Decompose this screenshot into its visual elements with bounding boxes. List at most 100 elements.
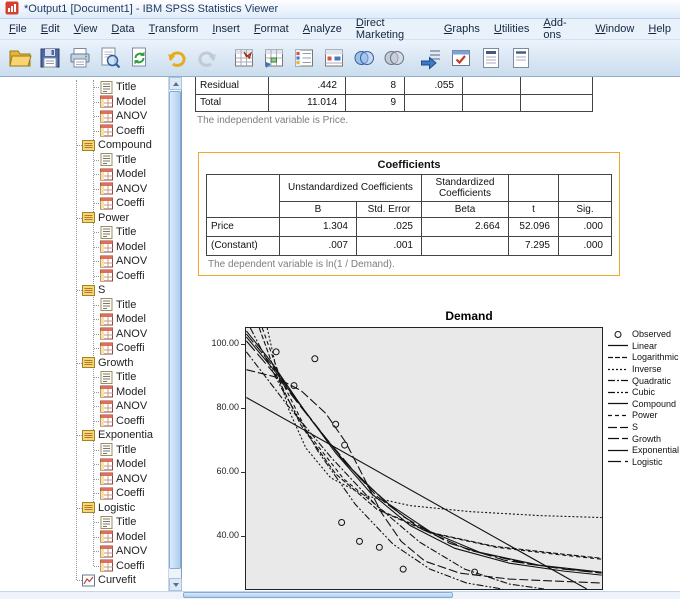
outline-item-power[interactable]: Power (0, 211, 168, 226)
horizontal-scrollbar[interactable] (0, 591, 680, 599)
insert-title-button[interactable] (506, 43, 536, 73)
horizontal-scrollbar-thumb[interactable] (183, 592, 453, 598)
select-last-output-button[interactable] (416, 43, 446, 73)
menu-analyze[interactable]: Analyze (296, 20, 349, 38)
series-s (246, 368, 602, 584)
table-header-row: Unstandardized Coefficients Standardized… (206, 173, 612, 218)
variables-button[interactable] (289, 43, 319, 73)
menu-data[interactable]: Data (104, 20, 141, 38)
outline-scrollbar[interactable] (168, 77, 182, 591)
menu-graphs[interactable]: Graphs (437, 20, 487, 38)
dialog-recall-button[interactable] (125, 43, 155, 73)
outline-item-anov[interactable]: ANOV (0, 109, 168, 124)
value-labels-button[interactable] (319, 43, 349, 73)
outline-item-anov[interactable]: ANOV (0, 254, 168, 269)
outline-item-logistic[interactable]: Logistic (0, 501, 168, 516)
open-button[interactable] (5, 43, 35, 73)
outline-table-icon (100, 240, 113, 253)
outline-item-curvefit[interactable]: Curvefit (0, 573, 168, 588)
show-all-variables-button[interactable] (379, 43, 409, 73)
menu-format[interactable]: Format (247, 20, 296, 38)
outline-item-title[interactable]: Title (0, 298, 168, 313)
outline-item-title[interactable]: Title (0, 153, 168, 168)
menu-utilities[interactable]: Utilities (487, 20, 536, 38)
undo-button[interactable] (162, 43, 192, 73)
use-variable-sets-button[interactable] (349, 43, 379, 73)
outline-item-exponentia[interactable]: Exponentia (0, 428, 168, 443)
anova-table-fragment[interactable]: Residual .442 8 .055 Total 11.014 9 (195, 77, 593, 112)
outline-item-label: S (98, 284, 106, 297)
redo-icon (198, 51, 216, 67)
menu-view[interactable]: View (67, 20, 105, 38)
outline-item-model[interactable]: Model (0, 312, 168, 327)
outline-item-coeffi[interactable]: Coeffi (0, 196, 168, 211)
outline-item-model[interactable]: Model (0, 457, 168, 472)
outline-item-compound[interactable]: Compound (0, 138, 168, 153)
outline-item-s[interactable]: S (0, 283, 168, 298)
legend-label: S (632, 422, 639, 433)
goto-data-button[interactable] (229, 43, 259, 73)
outline-item-title[interactable]: Title (0, 370, 168, 385)
outline-item-coeffi[interactable]: Coeffi (0, 559, 168, 574)
outline-item-coeffi[interactable]: Coeffi (0, 486, 168, 501)
observed-point (375, 543, 383, 551)
demand-chart[interactable]: Demand 100.00 80.00 60.00 40.00 Observed Lin… (195, 309, 680, 590)
scroll-down-button[interactable] (169, 578, 182, 591)
outline-item-anov[interactable]: ANOV (0, 327, 168, 342)
redo-button[interactable] (192, 43, 222, 73)
coefficients-table[interactable]: Unstandardized Coefficients Standardized… (206, 173, 612, 256)
designate-window-button[interactable] (446, 43, 476, 73)
goto-data-icon (235, 49, 253, 67)
outline-item-anov[interactable]: ANOV (0, 544, 168, 559)
menu-edit[interactable]: Edit (34, 20, 67, 38)
menu-transform[interactable]: Transform (142, 20, 206, 38)
outline-table-icon (100, 255, 113, 268)
outline-item-coeffi[interactable]: Coeffi (0, 269, 168, 284)
output-pane[interactable]: Residual .442 8 .055 Total 11.014 9 The … (182, 77, 680, 591)
outline-item-model[interactable]: Model (0, 95, 168, 110)
outline-item-title[interactable]: Title (0, 515, 168, 530)
outline-tree: Title Model ANOV Coeffi Compound Title Model AN… (0, 77, 168, 590)
legend-label: Inverse (632, 364, 662, 375)
menu-insert[interactable]: Insert (205, 20, 247, 38)
print-button[interactable] (65, 43, 95, 73)
outline-item-model[interactable]: Model (0, 167, 168, 182)
app-icon (5, 1, 19, 18)
outline-item-model[interactable]: Model (0, 530, 168, 545)
insert-heading-button[interactable] (476, 43, 506, 73)
outline-item-model[interactable]: Model (0, 240, 168, 255)
menu-file[interactable]: File (2, 20, 34, 38)
outline-item-title[interactable]: Title (0, 225, 168, 240)
outline-scrollbar-thumb[interactable] (169, 91, 181, 569)
outline-item-coeffi[interactable]: Coeffi (0, 414, 168, 429)
outline-item-title[interactable]: Title (0, 443, 168, 458)
legend-label: Logarithmic (632, 352, 679, 363)
menu-window[interactable]: Window (588, 20, 641, 38)
coefficients-block[interactable]: Coefficients Unstandardized Coefficients… (198, 151, 620, 276)
outline-item-growth[interactable]: Growth (0, 356, 168, 371)
outline-item-label: Coeffi (116, 559, 145, 572)
outline-item-label: Title (116, 516, 137, 529)
series-cubic (249, 327, 503, 589)
goto-case-button[interactable] (259, 43, 289, 73)
print-preview-button[interactable] (95, 43, 125, 73)
outline-item-anov[interactable]: ANOV (0, 182, 168, 197)
outline-item-coeffi[interactable]: Coeffi (0, 341, 168, 356)
legend-marker-observed (614, 330, 622, 338)
cell (404, 93, 463, 112)
save-button[interactable] (35, 43, 65, 73)
outline-item-model[interactable]: Model (0, 385, 168, 400)
outline-item-label: ANOV (116, 472, 148, 485)
scroll-up-button[interactable] (169, 77, 182, 90)
outline-table-icon (100, 197, 113, 210)
toolbar-separator (222, 45, 229, 71)
outline-item-anov[interactable]: ANOV (0, 472, 168, 487)
outline-item-anov[interactable]: ANOV (0, 399, 168, 414)
menu-add-ons[interactable]: Add-ons (536, 14, 588, 44)
observed-point (356, 537, 363, 545)
outline-item-coeffi[interactable]: Coeffi (0, 124, 168, 139)
menu-direct-marketing[interactable]: Direct Marketing (349, 14, 437, 44)
outline-item-title[interactable]: Title (0, 80, 168, 95)
outline-item-label: Coeffi (116, 342, 145, 355)
menu-help[interactable]: Help (641, 20, 678, 38)
